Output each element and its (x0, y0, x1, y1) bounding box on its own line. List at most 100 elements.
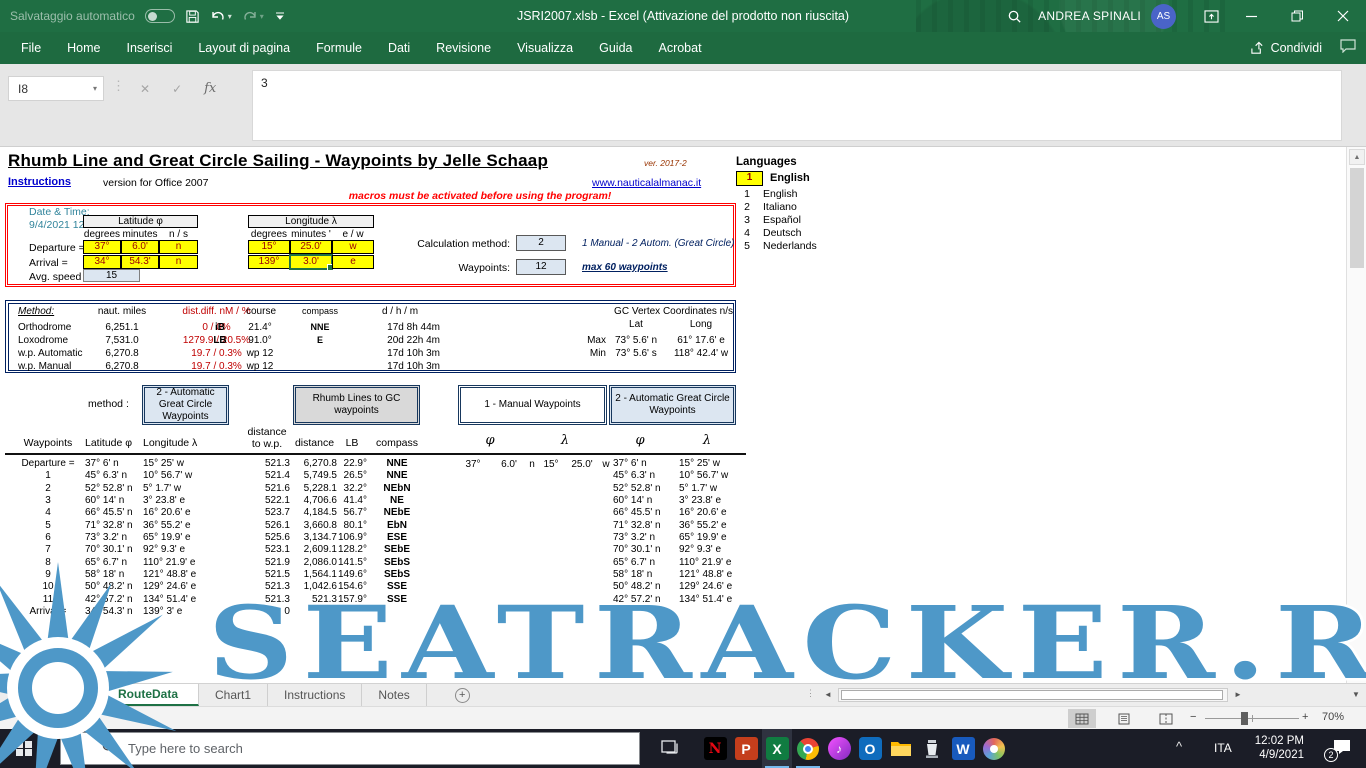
start-button[interactable] (0, 729, 48, 768)
arr-lat-min-cell[interactable]: 54.3' (121, 255, 159, 269)
redo-dropdown-icon[interactable]: ▾ (260, 12, 264, 21)
next-sheet-icon[interactable]: ► (80, 689, 89, 699)
website-link[interactable]: www.nauticalalmanac.it (592, 177, 701, 189)
taskbar-search-input[interactable] (128, 741, 528, 756)
taskbar-paint-app-icon[interactable] (979, 729, 1009, 768)
undo-icon[interactable]: ▾ (210, 9, 232, 23)
auto-gc-waypoints-button-2[interactable]: 2 - Automatic Great Circle Waypoints (609, 385, 736, 425)
dep-ew-cell[interactable]: w (332, 240, 374, 254)
calc-method-cell[interactable]: 2 (516, 235, 566, 251)
ribbon-tab[interactable]: Acrobat (645, 32, 714, 64)
search-icon[interactable] (994, 0, 1034, 32)
arr-ns-cell[interactable]: n (159, 255, 198, 269)
ribbon-tab[interactable]: Layout di pagina (185, 32, 303, 64)
scroll-left-icon[interactable]: ◄ (820, 688, 836, 702)
dep-lat-deg-cell[interactable]: 37° (83, 240, 121, 254)
ribbon-tab[interactable]: Revisione (423, 32, 504, 64)
wp-longitude: 121° 48.8' e (143, 569, 197, 581)
autosave-toggle[interactable] (144, 9, 175, 23)
add-sheet-icon[interactable]: + (454, 687, 470, 703)
windows-logo-icon (16, 740, 32, 757)
sheet-tab-chart1[interactable]: Chart1 (199, 684, 269, 706)
taskbar-chrome-icon[interactable] (793, 729, 823, 768)
horizontal-scroll-thumb[interactable] (841, 690, 1223, 700)
redo-icon[interactable]: ▾ (242, 9, 264, 23)
taskbar-powerpoint-icon[interactable]: P (731, 729, 761, 768)
arr-lon-deg-cell[interactable]: 139° (248, 255, 290, 269)
ribbon-display-options-icon[interactable] (1194, 0, 1228, 32)
page-break-view-button[interactable] (1152, 709, 1180, 728)
task-view-icon[interactable] (660, 737, 680, 762)
sheet-tab-instructions[interactable]: Instructions (268, 684, 363, 706)
confirm-entry-icon[interactable]: ✓ (172, 82, 182, 96)
selected-cell[interactable]: 3.0' (289, 254, 334, 271)
auto-gc-waypoints-button[interactable]: 2 - Automatic Great Circle Waypoints (142, 385, 229, 425)
formula-input[interactable]: 3 (252, 70, 1342, 141)
taskbar-word-icon[interactable]: W (948, 729, 978, 768)
undo-dropdown-icon[interactable]: ▾ (228, 12, 232, 21)
taskbar-itunes-icon[interactable]: ♪ (824, 729, 854, 768)
ribbon-tab[interactable]: Home (54, 32, 113, 64)
vertical-scroll-thumb[interactable] (1350, 168, 1364, 268)
avatar[interactable]: AS (1151, 3, 1176, 29)
dep-lat-min-cell[interactable]: 6.0' (121, 240, 159, 254)
customize-qat-icon[interactable] (274, 10, 286, 22)
name-box-dropdown-icon[interactable]: ▾ (93, 84, 97, 93)
dep-ns-cell[interactable]: n (159, 240, 198, 254)
wp-latitude: 70° 30.1' n (85, 544, 133, 556)
dep-lon-deg-cell[interactable]: 15° (248, 240, 290, 254)
rhumb-to-gc-button[interactable]: Rhumb Lines to GC waypoints (293, 385, 420, 425)
instructions-link[interactable]: Instructions (8, 176, 71, 188)
tray-expand-icon[interactable]: ^ (1176, 739, 1182, 754)
close-button[interactable] (1320, 0, 1366, 32)
taskbar-outlook-icon[interactable]: O (855, 729, 885, 768)
taskbar-search-box[interactable] (60, 732, 640, 765)
normal-view-button[interactable] (1068, 709, 1096, 728)
zoom-slider[interactable] (1205, 715, 1299, 722)
share-button[interactable]: Condividi (1250, 41, 1322, 55)
avg-speed-cell[interactable]: 15 (83, 269, 140, 282)
waypoints-cell[interactable]: 12 (516, 259, 566, 275)
sheet-tab-routedata[interactable]: RouteData (98, 684, 200, 706)
arr-lat-deg-cell[interactable]: 34° (83, 255, 121, 269)
restore-button[interactable] (1274, 0, 1320, 32)
language-item: 3 Español (736, 214, 856, 227)
scroll-right-icon[interactable]: ► (1230, 688, 1246, 702)
arr-ew-cell[interactable]: e (332, 255, 374, 269)
zoom-slider-thumb[interactable] (1241, 712, 1248, 725)
cancel-entry-icon[interactable]: ✕ (140, 82, 150, 96)
sheet-tab-notes[interactable]: Notes (362, 684, 427, 706)
zoom-level[interactable]: 70% (1322, 711, 1344, 723)
vertical-scrollbar[interactable]: ▲ (1346, 147, 1366, 683)
scrollbar-resize-handle[interactable]: ⋮ (806, 688, 816, 699)
manual-waypoints-button[interactable]: 1 - Manual Waypoints (458, 385, 607, 425)
scroll-up-icon[interactable]: ▲ (1349, 149, 1365, 165)
ribbon-tab[interactable]: Formule (303, 32, 375, 64)
comments-icon[interactable] (1340, 38, 1356, 58)
language-selector-cell[interactable]: 1 (736, 171, 763, 186)
zoom-out-icon[interactable]: − (1190, 711, 1196, 723)
ribbon-tab[interactable]: Dati (375, 32, 423, 64)
insert-function-icon[interactable]: fx (204, 81, 216, 96)
dep-lon-min-cell[interactable]: 25.0' (290, 240, 332, 254)
taskbar-clock[interactable]: 12:02 PM 4/9/2021 (1228, 734, 1304, 762)
minimize-button[interactable] (1228, 0, 1274, 32)
taskbar-blender-app-icon[interactable] (917, 729, 947, 768)
wp-distance: 5,749.5 (303, 470, 337, 482)
account-name[interactable]: ANDREA SPINALI (1038, 9, 1141, 23)
save-icon[interactable] (185, 9, 200, 24)
action-center-icon[interactable]: 2 (1324, 738, 1352, 762)
taskbar-netflix-icon[interactable]: N (700, 729, 730, 768)
ribbon-tab[interactable]: File (8, 32, 54, 64)
page-layout-view-button[interactable] (1110, 709, 1138, 728)
ribbon-tab[interactable]: Inserisci (114, 32, 186, 64)
taskbar-file-explorer-icon[interactable] (886, 729, 916, 768)
name-box[interactable]: I8 ▾ (8, 76, 104, 101)
zoom-in-icon[interactable]: + (1302, 711, 1308, 723)
prev-sheet-icon[interactable]: ◄ (58, 689, 67, 699)
ribbon-tab[interactable]: Visualizza (504, 32, 586, 64)
ribbon-tab[interactable]: Guida (586, 32, 645, 64)
taskbar-excel-icon[interactable]: X (762, 729, 792, 768)
scroll-down-icon[interactable]: ▼ (1348, 688, 1364, 702)
horizontal-scrollbar[interactable] (838, 688, 1228, 702)
